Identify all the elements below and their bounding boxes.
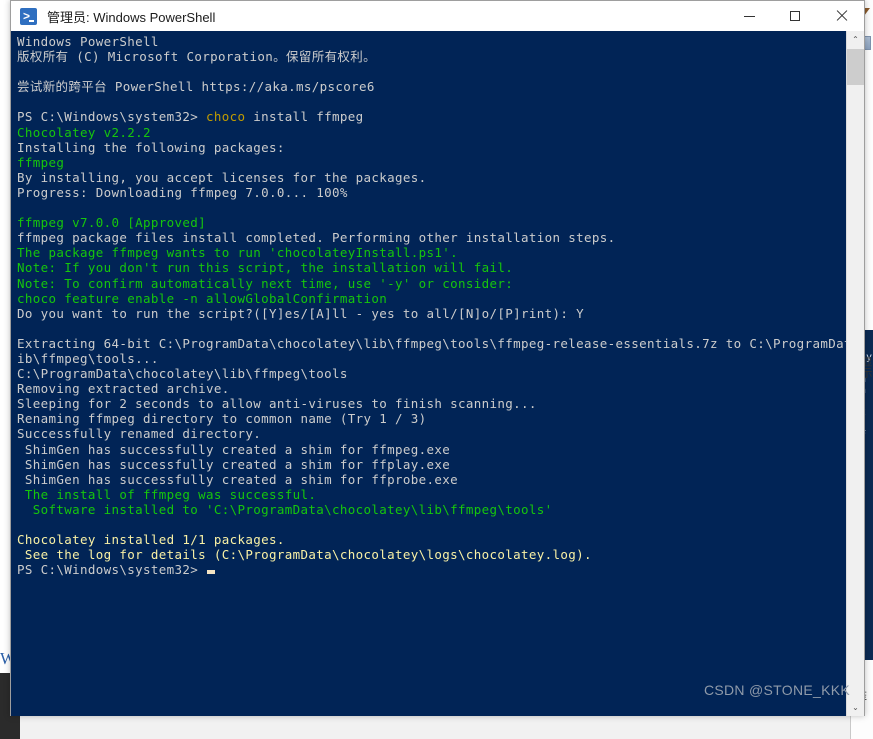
terminal-line: PS C:\Windows\system32> choco install ff… xyxy=(17,109,846,124)
terminal-line: ShimGen has successfully created a shim … xyxy=(17,456,451,472)
terminal-line: Note: To confirm automatically next time… xyxy=(17,275,514,291)
scroll-up-button[interactable]: ⌃ xyxy=(847,31,864,48)
terminal-line: Progress: Downloading ffmpeg 7.0.0... 10… xyxy=(17,184,348,200)
terminal-line: See the log for details (C:\ProgramData\… xyxy=(17,547,592,563)
terminal-line: Software installed to 'C:\ProgramData\ch… xyxy=(17,501,553,517)
close-icon xyxy=(835,10,847,22)
terminal-line: ffmpeg package files install completed. … xyxy=(17,230,616,246)
terminal-line: The install of ffmpeg was successful. xyxy=(17,486,317,502)
close-button[interactable] xyxy=(818,1,864,31)
minimize-icon xyxy=(743,15,755,17)
terminal-command-name: choco xyxy=(206,109,246,125)
console-area: Windows PowerShell 版权所有 (C) Microsoft Cor… xyxy=(11,31,864,716)
terminal-output[interactable]: Windows PowerShell 版权所有 (C) Microsoft Cor… xyxy=(11,31,846,716)
terminal-line: Note: If you don't run this script, the … xyxy=(17,260,514,276)
terminal-line: 版权所有 (C) Microsoft Corporation。保留所有权利。 xyxy=(17,49,376,65)
terminal-line: Extracting 64-bit C:\ProgramData\chocola… xyxy=(17,335,846,351)
maximize-button[interactable] xyxy=(772,1,818,31)
terminal-line: PS C:\Windows\system32> xyxy=(17,562,846,577)
terminal-command-args: install ffmpeg xyxy=(245,109,364,125)
terminal-line: ffmpeg xyxy=(17,154,65,170)
terminal-line: choco feature enable -n allowGlobalConfi… xyxy=(17,290,388,306)
desktop: W 归 计 1 y u ca th s at t IF 显示 菲 管理员: Wi… xyxy=(0,0,873,739)
terminal-line: Sleeping for 2 seconds to allow anti-vir… xyxy=(17,396,537,412)
window-title: 管理员: Windows PowerShell xyxy=(47,9,216,25)
terminal-line: Chocolatey installed 1/1 packages. xyxy=(17,532,285,548)
terminal-line: ib\ffmpeg\tools... xyxy=(17,350,159,366)
terminal-lines: Windows PowerShell 版权所有 (C) Microsoft Cor… xyxy=(17,34,846,577)
powershell-window: 管理员: Windows PowerShell Windows PowerShe… xyxy=(10,0,865,716)
terminal-line: ffmpeg v7.0.0 [Approved] xyxy=(17,215,207,231)
scrollbar-track[interactable] xyxy=(847,48,864,699)
terminal-prompt: PS C:\Windows\system32> xyxy=(17,109,207,125)
terminal-line: The package ffmpeg wants to run 'chocola… xyxy=(17,245,459,261)
maximize-icon xyxy=(790,11,800,21)
terminal-line: By installing, you accept licenses for t… xyxy=(17,169,427,185)
terminal-line: Installing the following packages: xyxy=(17,139,285,155)
terminal-line: 尝试新的跨平台 PowerShell https://aka.ms/pscore… xyxy=(17,79,375,95)
terminal-line: ShimGen has successfully created a shim … xyxy=(17,471,459,487)
scroll-down-button[interactable]: ⌄ xyxy=(847,699,864,716)
window-controls xyxy=(726,1,864,31)
minimize-button[interactable] xyxy=(726,1,772,31)
powershell-icon xyxy=(20,7,37,25)
scrollbar-thumb[interactable] xyxy=(847,49,864,85)
terminal-line: Renaming ffmpeg directory to common name… xyxy=(17,411,427,427)
vertical-scrollbar[interactable]: ⌃ ⌄ xyxy=(846,31,864,716)
terminal-line: C:\ProgramData\chocolatey\lib\ffmpeg\too… xyxy=(17,366,348,382)
terminal-prompt: PS C:\Windows\system32> xyxy=(17,562,207,578)
terminal-line: Chocolatey v2.2.2 xyxy=(17,124,151,140)
terminal-line: ShimGen has successfully created a shim … xyxy=(17,441,451,457)
window-titlebar[interactable]: 管理员: Windows PowerShell xyxy=(11,1,864,31)
terminal-line: Successfully renamed directory. xyxy=(17,426,262,442)
terminal-line: Windows PowerShell xyxy=(17,34,159,49)
terminal-line: Removing extracted archive. xyxy=(17,381,230,397)
terminal-line: Do you want to run the script?([Y]es/[A]… xyxy=(17,305,585,321)
text-cursor xyxy=(207,570,216,575)
